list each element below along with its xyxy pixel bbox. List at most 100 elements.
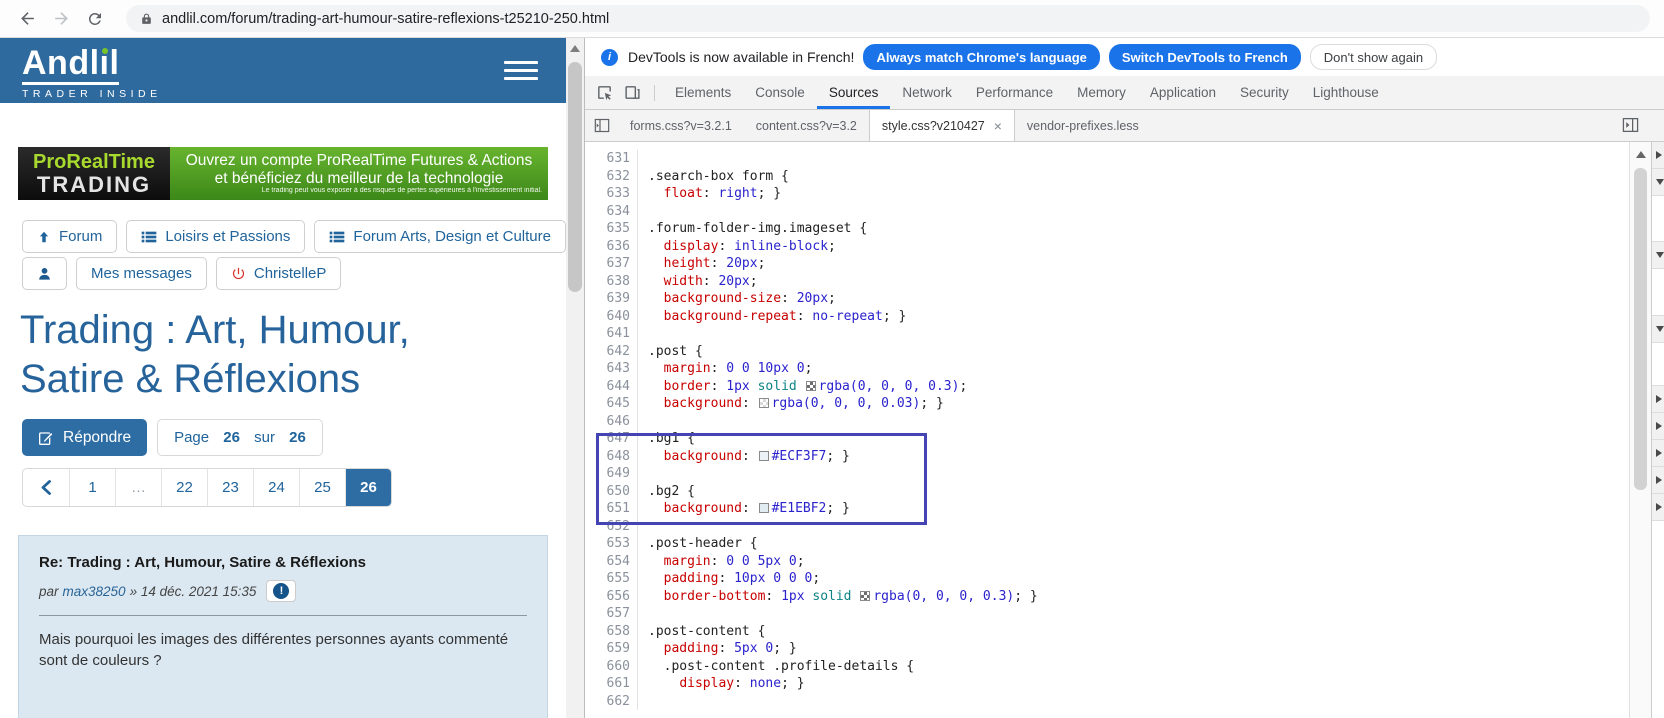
- code-line[interactable]: 650 .bg2 {: [585, 482, 1629, 500]
- sidebar-section-toggle[interactable]: [1652, 440, 1664, 467]
- line-number[interactable]: 651: [585, 500, 638, 518]
- code-line[interactable]: 636 display: inline-block;: [585, 237, 1629, 255]
- color-swatch[interactable]: [860, 590, 871, 601]
- line-number[interactable]: 645: [585, 395, 638, 413]
- code-line[interactable]: 641: [585, 325, 1629, 343]
- tab-security[interactable]: Security: [1228, 76, 1301, 109]
- code-line[interactable]: 643 margin: 0 0 10px 0;: [585, 360, 1629, 378]
- pagination-page-22[interactable]: 22: [161, 469, 207, 506]
- code-line[interactable]: 635 .forum-folder-img.imageset {: [585, 220, 1629, 238]
- line-number[interactable]: 659: [585, 640, 638, 658]
- pagination-prev[interactable]: [23, 469, 69, 506]
- tab-memory[interactable]: Memory: [1065, 76, 1138, 109]
- sidebar-section-toggle[interactable]: [1652, 386, 1664, 413]
- code-line[interactable]: 639 background-size: 20px;: [585, 290, 1629, 308]
- page-scrollbar[interactable]: [566, 38, 584, 718]
- pagination-page-23[interactable]: 23: [207, 469, 253, 506]
- address-bar[interactable]: andlil.com/forum/trading-art-humour-sati…: [126, 5, 1650, 32]
- code-line[interactable]: 634: [585, 202, 1629, 220]
- code-editor[interactable]: 631 632 .search-box form {633 float: right…: [585, 142, 1629, 718]
- page-scrollbar-thumb[interactable]: [568, 62, 582, 292]
- code-line[interactable]: 655 padding: 10px 0 0 0;: [585, 570, 1629, 588]
- forum-button[interactable]: Forum: [22, 220, 118, 253]
- line-number[interactable]: 643: [585, 360, 638, 378]
- sidebar-section-toggle[interactable]: [1652, 494, 1664, 521]
- sidebar-section-toggle[interactable]: [1652, 413, 1664, 440]
- file-tab-vendor-prefixes.less[interactable]: vendor-prefixes.less: [1015, 110, 1151, 141]
- show-debugger-sidebar-icon[interactable]: [1622, 117, 1639, 138]
- my-messages-button[interactable]: Mes messages: [76, 257, 207, 290]
- code-line[interactable]: 631: [585, 150, 1629, 168]
- tab-performance[interactable]: Performance: [964, 76, 1065, 109]
- profile-button[interactable]: [22, 257, 67, 290]
- code-line[interactable]: 656 border-bottom: 1px solid rgba(0, 0, …: [585, 587, 1629, 605]
- tab-lighthouse[interactable]: Lighthouse: [1301, 76, 1391, 109]
- back-icon[interactable]: [10, 2, 44, 36]
- pagination-page-1[interactable]: 1: [69, 469, 115, 506]
- loisirs-button[interactable]: Loisirs et Passions: [126, 220, 306, 253]
- line-number[interactable]: 633: [585, 185, 638, 203]
- sidebar-section-toggle[interactable]: [1652, 242, 1664, 269]
- line-number[interactable]: 641: [585, 325, 638, 343]
- line-number[interactable]: 646: [585, 412, 638, 430]
- line-number[interactable]: 638: [585, 272, 638, 290]
- report-post-button[interactable]: !: [266, 580, 297, 602]
- close-icon[interactable]: ×: [994, 119, 1002, 133]
- tab-console[interactable]: Console: [743, 76, 817, 109]
- line-number[interactable]: 631: [585, 150, 638, 168]
- code-line[interactable]: 658 .post-content {: [585, 622, 1629, 640]
- author-link[interactable]: max38250: [63, 584, 126, 599]
- color-swatch[interactable]: [758, 398, 769, 408]
- prorealtime-ad-banner[interactable]: ProRealTime TRADING Ouvrez un compte Pro…: [18, 147, 548, 200]
- line-number[interactable]: 661: [585, 675, 638, 693]
- match-language-button[interactable]: Always match Chrome's language: [863, 44, 1100, 70]
- reload-icon[interactable]: [78, 2, 112, 36]
- line-number[interactable]: 648: [585, 447, 638, 465]
- menu-button[interactable]: [504, 61, 538, 80]
- line-number[interactable]: 635: [585, 220, 638, 238]
- dont-show-again-button[interactable]: Don't show again: [1309, 44, 1438, 70]
- line-number[interactable]: 657: [585, 605, 638, 623]
- code-line[interactable]: 642 .post {: [585, 342, 1629, 360]
- line-number[interactable]: 662: [585, 692, 638, 710]
- code-line[interactable]: 657: [585, 605, 1629, 623]
- code-line[interactable]: 651 background: #E1EBF2; }: [585, 500, 1629, 518]
- code-line[interactable]: 648 background: #ECF3F7; }: [585, 447, 1629, 465]
- code-line[interactable]: 632 .search-box form {: [585, 167, 1629, 185]
- color-swatch[interactable]: [758, 450, 769, 461]
- sidebar-section-toggle[interactable]: [1652, 142, 1664, 169]
- code-line[interactable]: 661 display: none; }: [585, 675, 1629, 693]
- editor-scrollbar-thumb[interactable]: [1634, 168, 1647, 490]
- sidebar-section-toggle[interactable]: [1652, 467, 1664, 494]
- line-number[interactable]: 658: [585, 622, 638, 640]
- code-line[interactable]: 645 background: rgba(0, 0, 0, 0.03); }: [585, 395, 1629, 413]
- page-indicator-button[interactable]: Page 26 sur 26: [157, 419, 323, 456]
- file-tab-style.css-v210427[interactable]: style.css?v210427 ×: [868, 110, 1015, 141]
- tab-sources[interactable]: Sources: [817, 76, 891, 109]
- line-number[interactable]: 632: [585, 167, 638, 185]
- file-tab-forms.css-v-3.2.1[interactable]: forms.css?v=3.2.1: [618, 110, 744, 141]
- logout-user-button[interactable]: ChristelleP: [215, 257, 342, 290]
- line-number[interactable]: 653: [585, 535, 638, 553]
- code-line[interactable]: 660 .post-content .profile-details {: [585, 657, 1629, 675]
- editor-scrollbar[interactable]: [1629, 142, 1651, 718]
- line-number[interactable]: 640: [585, 307, 638, 325]
- code-line[interactable]: 633 float: right; }: [585, 185, 1629, 203]
- code-line[interactable]: 644 border: 1px solid rgba(0, 0, 0, 0.3)…: [585, 377, 1629, 395]
- code-line[interactable]: 647 .bg1 {: [585, 430, 1629, 448]
- forum-arts-button[interactable]: Forum Arts, Design et Culture: [314, 220, 566, 253]
- sidebar-section-toggle[interactable]: [1652, 169, 1664, 196]
- line-number[interactable]: 654: [585, 552, 638, 570]
- code-line[interactable]: 637 height: 20px;: [585, 255, 1629, 273]
- brand-logo[interactable]: Andlı l TRADER INSIDE: [22, 45, 162, 100]
- code-line[interactable]: 662: [585, 692, 1629, 710]
- line-number[interactable]: 660: [585, 657, 638, 675]
- scroll-up-arrow-icon[interactable]: [1636, 151, 1646, 158]
- pagination-page-25[interactable]: 25: [299, 469, 345, 506]
- line-number[interactable]: 639: [585, 290, 638, 308]
- code-line[interactable]: 638 width: 20px;: [585, 272, 1629, 290]
- code-line[interactable]: 654 margin: 0 0 5px 0;: [585, 552, 1629, 570]
- code-line[interactable]: 659 padding: 5px 0; }: [585, 640, 1629, 658]
- reply-button[interactable]: Répondre: [22, 419, 148, 456]
- line-number[interactable]: 652: [585, 517, 638, 535]
